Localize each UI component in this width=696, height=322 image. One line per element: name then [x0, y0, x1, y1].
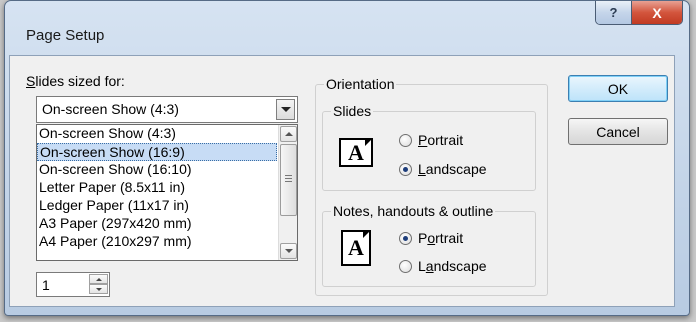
caption-buttons: ? X	[595, 1, 683, 25]
dropdown-options: On-screen Show (4:3) On-screen Show (16:…	[37, 125, 277, 251]
number-slides-from-spinner[interactable]: 1	[36, 272, 110, 297]
grip-line	[285, 175, 292, 176]
dropdown-option[interactable]: A4 Paper (210x297 mm)	[37, 233, 277, 251]
radio-label: Portrait	[418, 230, 463, 246]
label-text: ortrait	[427, 132, 464, 148]
dropdown-option[interactable]: Ledger Paper (11x17 in)	[37, 197, 277, 215]
label-text: L	[418, 258, 426, 274]
radio-button-checked[interactable]	[399, 231, 412, 245]
number-slides-from-value[interactable]: 1	[42, 277, 50, 293]
arrow-up-icon	[95, 277, 102, 281]
spinner-buttons	[89, 274, 108, 295]
dropdown-option[interactable]: Letter Paper (8.5x11 in)	[37, 179, 277, 197]
scrollbar-thumb[interactable]	[280, 144, 297, 216]
mnemonic: P	[418, 132, 428, 148]
ok-button[interactable]: OK	[568, 75, 668, 102]
arrow-up-icon	[284, 132, 293, 136]
slide-size-combobox[interactable]: On-screen Show (4:3)	[36, 96, 298, 123]
title-bar: ? X	[5, 1, 689, 39]
label-mnemonic: S	[26, 73, 36, 89]
close-button[interactable]: X	[632, 1, 682, 24]
mnemonic: a	[425, 258, 434, 274]
label-text: rtrait	[435, 230, 464, 246]
dropdown-option[interactable]: A3 Paper (297x420 mm)	[37, 215, 277, 233]
spin-up-button[interactable]	[89, 274, 108, 284]
slides-landscape-radio[interactable]: Landscape	[399, 161, 487, 177]
chevron-down-icon	[280, 107, 291, 112]
notes-landscape-radio[interactable]: Landscape	[399, 258, 487, 274]
notes-portrait-radio[interactable]: Portrait	[399, 230, 463, 246]
help-button[interactable]: ?	[596, 1, 632, 24]
radio-button-checked[interactable]	[399, 162, 412, 176]
slides-portrait-radio[interactable]: Portrait	[399, 132, 463, 148]
slides-sized-for-label: Slides sized for:	[26, 73, 125, 89]
slide-size-selected-value: On-screen Show (4:3)	[42, 101, 179, 117]
mnemonic: L	[418, 161, 426, 177]
dropdown-option[interactable]: On-screen Show (16:10)	[37, 161, 277, 179]
label-text: P	[418, 230, 428, 246]
label-text: andscape	[425, 161, 487, 177]
dropdown-option-highlighted[interactable]: On-screen Show (16:9)	[37, 143, 277, 161]
radio-button[interactable]	[399, 133, 412, 147]
dropdown-arrow-button[interactable]	[276, 99, 295, 120]
arrow-down-icon	[95, 287, 102, 291]
arrow-down-icon	[284, 249, 293, 253]
scroll-down-button[interactable]	[280, 243, 297, 259]
landscape-page-icon: A	[339, 138, 373, 167]
dropdown-scrollbar[interactable]	[278, 125, 297, 260]
radio-button[interactable]	[399, 259, 412, 273]
slide-size-dropdown-list[interactable]: On-screen Show (4:3) On-screen Show (16:…	[36, 124, 298, 261]
dialog-title: Page Setup	[26, 27, 105, 44]
dropdown-option[interactable]: On-screen Show (4:3)	[37, 125, 277, 143]
radio-label: Landscape	[418, 258, 487, 274]
label-text: lides sized for:	[35, 73, 125, 89]
label-text: ndscape	[433, 258, 487, 274]
cancel-button[interactable]: Cancel	[568, 118, 668, 145]
portrait-page-icon: A	[341, 230, 371, 266]
scroll-up-button[interactable]	[280, 126, 297, 142]
notes-group-title: Notes, handouts & outline	[331, 202, 496, 220]
mnemonic: o	[427, 230, 436, 246]
orientation-group-title: Orientation	[324, 75, 397, 93]
grip-line	[285, 181, 292, 182]
grip-line	[285, 178, 292, 179]
radio-label: Landscape	[418, 161, 487, 177]
slides-group-title: Slides	[331, 102, 374, 120]
spin-down-button[interactable]	[89, 284, 108, 294]
radio-label: Portrait	[418, 132, 463, 148]
